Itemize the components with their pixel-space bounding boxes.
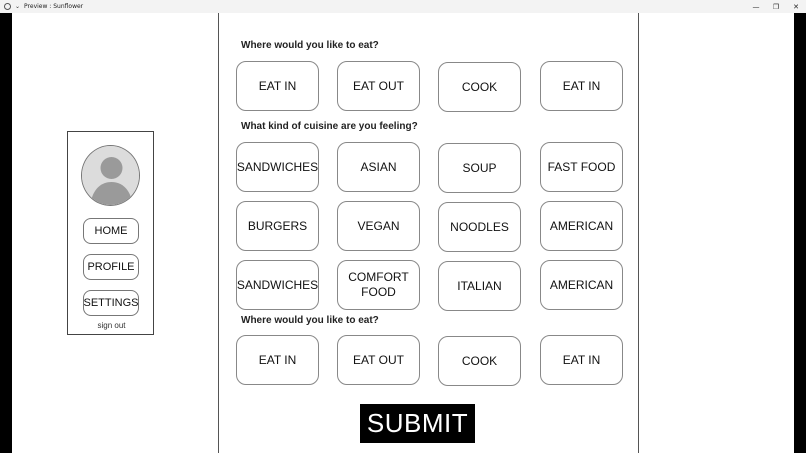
option-asian[interactable]: ASIAN <box>337 142 420 192</box>
restore-icon[interactable]: ❐ <box>766 0 786 13</box>
sidebar-panel: HOME PROFILE SETTINGS sign out <box>67 131 154 335</box>
option-italian[interactable]: ITALIAN <box>438 261 521 311</box>
chevron-down-icon[interactable]: ⌄ <box>15 4 20 10</box>
option-eat-out-2[interactable]: EAT OUT <box>337 335 420 385</box>
window-title: Preview : Sunflower <box>24 3 84 10</box>
option-eat-out[interactable]: EAT OUT <box>337 61 420 111</box>
avatar[interactable] <box>81 145 140 206</box>
submit-button[interactable]: SUBMIT <box>360 404 475 443</box>
option-fast-food[interactable]: FAST FOOD <box>540 142 623 192</box>
home-button[interactable]: HOME <box>83 218 139 244</box>
option-eat-in-4[interactable]: EAT IN <box>540 335 623 385</box>
title-bar: ⌄ Preview : Sunflower — ❐ ✕ <box>0 0 806 13</box>
option-sandwiches[interactable]: SANDWICHES <box>236 142 319 192</box>
minimize-icon[interactable]: — <box>746 0 766 13</box>
section1-title: Where would you like to eat? <box>241 40 379 51</box>
option-eat-in[interactable]: EAT IN <box>236 61 319 111</box>
option-american[interactable]: AMERICAN <box>540 201 623 251</box>
window-controls: — ❐ ✕ <box>746 0 806 13</box>
user-avatar-icon <box>82 146 139 205</box>
option-soup[interactable]: SOUP <box>438 143 521 193</box>
option-noodles[interactable]: NOODLES <box>438 202 521 252</box>
section2-title: What kind of cuisine are you feeling? <box>241 121 418 132</box>
left-divider <box>218 13 219 453</box>
option-american-2[interactable]: AMERICAN <box>540 260 623 310</box>
option-cook[interactable]: COOK <box>438 62 521 112</box>
sign-out-link[interactable]: sign out <box>68 321 155 330</box>
right-divider <box>638 13 639 453</box>
settings-button[interactable]: SETTINGS <box>83 290 139 316</box>
app-canvas: HOME PROFILE SETTINGS sign out Where wou… <box>12 13 794 453</box>
option-eat-in-2[interactable]: EAT IN <box>540 61 623 111</box>
option-eat-in-3[interactable]: EAT IN <box>236 335 319 385</box>
option-sandwiches-2[interactable]: SANDWICHES <box>236 260 319 310</box>
option-comfort-food[interactable]: COMFORT FOOD <box>337 260 420 310</box>
profile-button[interactable]: PROFILE <box>83 254 139 280</box>
close-icon[interactable]: ✕ <box>786 0 806 13</box>
section3-title: Where would you like to eat? <box>241 315 379 326</box>
option-burgers[interactable]: BURGERS <box>236 201 319 251</box>
app-icon[interactable] <box>4 3 11 10</box>
option-vegan[interactable]: VEGAN <box>337 201 420 251</box>
option-cook-2[interactable]: COOK <box>438 336 521 386</box>
